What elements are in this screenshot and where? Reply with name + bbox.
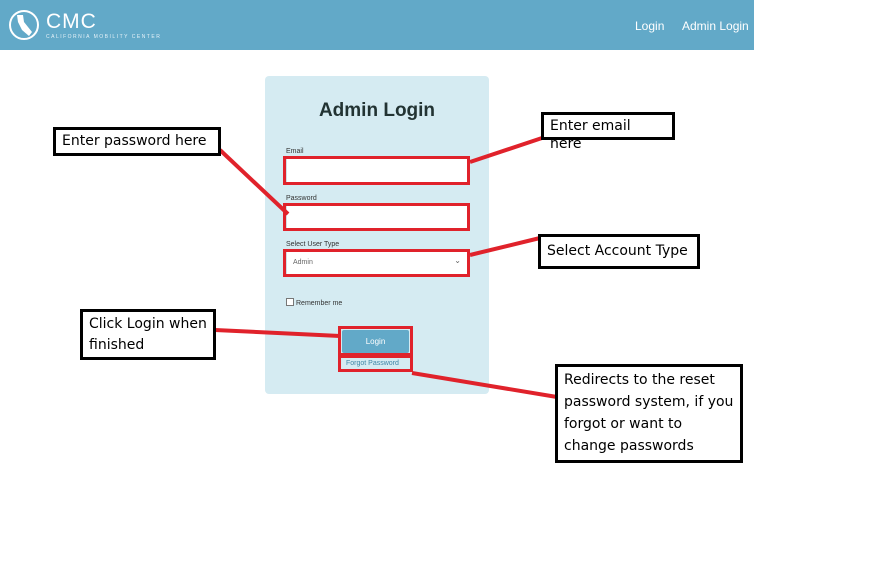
login-connector	[214, 328, 341, 338]
forgot-connector	[411, 371, 558, 399]
password-annotation: Enter password here	[53, 127, 221, 156]
login-annotation: Click Login when finished	[80, 309, 216, 360]
annotation-connector-lines	[214, 136, 558, 399]
account-type-connector	[469, 236, 541, 257]
forgot-annotation: Redirects to the reset password system, …	[555, 364, 743, 463]
account-type-annotation: Select Account Type	[538, 234, 700, 269]
email-connector	[469, 136, 543, 164]
email-annotation: Enter email here	[541, 112, 675, 152]
password-connector	[218, 148, 290, 216]
